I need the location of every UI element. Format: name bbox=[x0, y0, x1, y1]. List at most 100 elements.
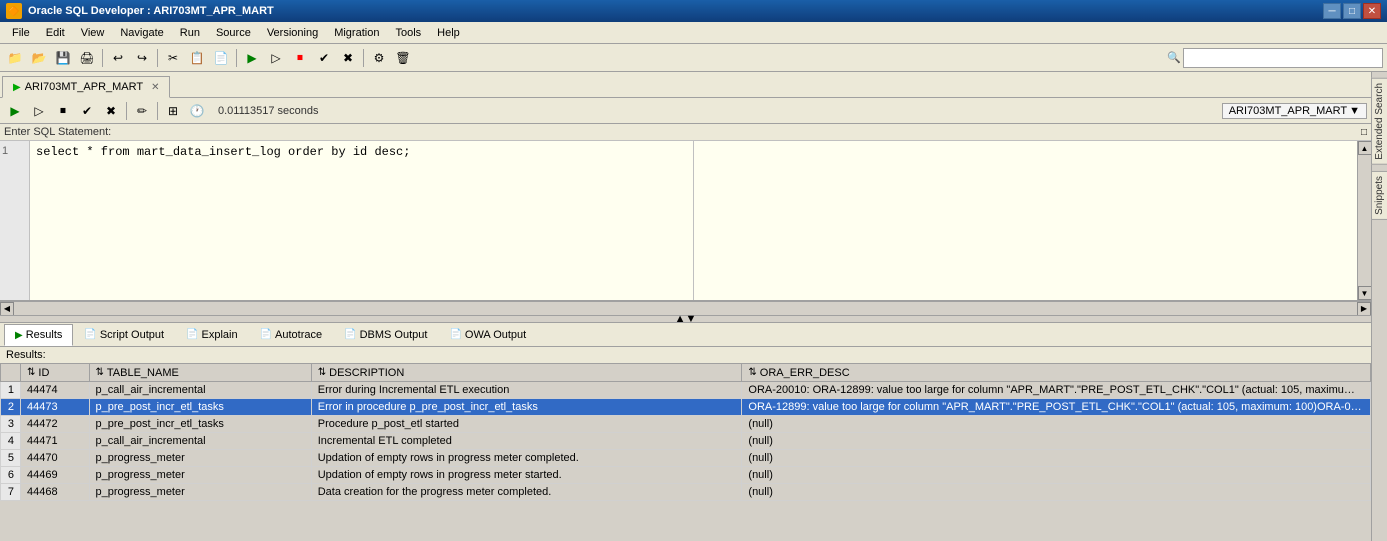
table-row[interactable]: 444471p_call_air_incrementalIncremental … bbox=[1, 432, 1371, 449]
maximize-button[interactable]: □ bbox=[1343, 3, 1361, 19]
menu-item-source[interactable]: Source bbox=[208, 25, 259, 41]
cell-ora_err_desc: ORA-12899: value too large for column "A… bbox=[742, 398, 1371, 415]
menu-item-file[interactable]: File bbox=[4, 25, 38, 41]
cell-id: 44471 bbox=[21, 432, 90, 449]
sql-rollback-btn[interactable]: ✖ bbox=[100, 100, 122, 122]
tab-close-icon[interactable]: ✕ bbox=[151, 82, 159, 93]
run-button[interactable]: ▶ bbox=[241, 47, 263, 69]
result-tab-label: Results bbox=[26, 329, 63, 341]
result-tab-label: Autotrace bbox=[275, 329, 322, 341]
col-label: DESCRIPTION bbox=[329, 367, 404, 379]
menu-item-navigate[interactable]: Navigate bbox=[112, 25, 171, 41]
row-number: 5 bbox=[1, 449, 21, 466]
table-row[interactable]: 144474p_call_air_incrementalError during… bbox=[1, 381, 1371, 398]
menu-item-run[interactable]: Run bbox=[172, 25, 208, 41]
result-tab-owa-output[interactable]: 📄OWA Output bbox=[438, 324, 537, 346]
tab-ari703mt-apr-mart[interactable]: ▶ARI703MT_APR_MART✕ bbox=[2, 76, 170, 98]
row-number: 3 bbox=[1, 415, 21, 432]
rollback-button[interactable]: ✖ bbox=[337, 47, 359, 69]
cell-description: Incremental ETL completed bbox=[311, 432, 742, 449]
main-area: ▶ARI703MT_APR_MART✕ ▶ ▷ ⏹ ✔ ✖ ✏ ⊞ 🕐 0.01… bbox=[0, 72, 1387, 541]
sql-edit-btn[interactable]: ✏ bbox=[131, 100, 153, 122]
col-header-id[interactable]: ⇅ ID bbox=[21, 364, 90, 382]
timing-display: 0.01113517 seconds bbox=[218, 105, 319, 117]
cut-button[interactable]: ✂ bbox=[162, 47, 184, 69]
result-tab-autotrace[interactable]: 📄Autotrace bbox=[249, 324, 334, 346]
title-bar: 🔶 Oracle SQL Developer : ARI703MT_APR_MA… bbox=[0, 0, 1387, 22]
scroll-right-arrow[interactable]: ▶ bbox=[1357, 302, 1371, 316]
sql-sep-2 bbox=[157, 102, 158, 120]
table-row[interactable]: 244473p_pre_post_incr_etl_tasksError in … bbox=[1, 398, 1371, 415]
tab-small-icon: 📄 bbox=[344, 329, 356, 340]
table-row[interactable]: 344472p_pre_post_incr_etl_tasksProcedure… bbox=[1, 415, 1371, 432]
commit-button[interactable]: ✔ bbox=[313, 47, 335, 69]
undo-button[interactable]: ↩ bbox=[107, 47, 129, 69]
menu-item-versioning[interactable]: Versioning bbox=[259, 25, 326, 41]
paste-button[interactable]: 📄 bbox=[210, 47, 232, 69]
new-button[interactable]: 📁 bbox=[4, 47, 26, 69]
menu-item-help[interactable]: Help bbox=[429, 25, 468, 41]
result-tab-script-output[interactable]: 📄Script Output bbox=[73, 324, 175, 346]
col-header-table_name[interactable]: ⇅ TABLE_NAME bbox=[89, 364, 311, 382]
sql-scrollbar-v[interactable]: ▲ ▼ bbox=[1357, 141, 1371, 300]
results-table: ⇅ ID⇅ TABLE_NAME⇅ DESCRIPTION⇅ ORA_ERR_D… bbox=[0, 363, 1371, 501]
redo-button[interactable]: ↪ bbox=[131, 47, 153, 69]
minimize-button[interactable]: ─ bbox=[1323, 3, 1341, 19]
sql-section: Enter SQL Statement: □ 1 select * from m… bbox=[0, 124, 1371, 315]
sql-stop-button[interactable]: ⏹ bbox=[52, 100, 74, 122]
sql-editor-area: 1 select * from mart_data_insert_log ord… bbox=[0, 141, 1371, 301]
cell-description: Procedure p_post_etl started bbox=[311, 415, 742, 432]
cell-id: 44472 bbox=[21, 415, 90, 432]
menu-item-edit[interactable]: Edit bbox=[38, 25, 73, 41]
result-tab-dbms-output[interactable]: 📄DBMS Output bbox=[333, 324, 438, 346]
table-row[interactable]: 544470p_progress_meterUpdation of empty … bbox=[1, 449, 1371, 466]
cell-description: Updation of empty rows in progress meter… bbox=[311, 449, 742, 466]
table-row[interactable]: 644469p_progress_meterUpdation of empty … bbox=[1, 466, 1371, 483]
cell-id: 44468 bbox=[21, 483, 90, 500]
cell-table_name: p_progress_meter bbox=[89, 449, 311, 466]
scroll-up-arrow[interactable]: ▲ bbox=[1358, 141, 1372, 155]
result-tab-explain[interactable]: 📄Explain bbox=[175, 324, 249, 346]
search-input[interactable] bbox=[1183, 48, 1383, 68]
sql-run-all-button[interactable]: ▷ bbox=[28, 100, 50, 122]
menu-item-view[interactable]: View bbox=[73, 25, 113, 41]
col-label: ID bbox=[38, 367, 49, 379]
splitter[interactable]: ▲▼ bbox=[0, 315, 1371, 323]
sql-format-btn[interactable]: ⊞ bbox=[162, 100, 184, 122]
menu-item-tools[interactable]: Tools bbox=[387, 25, 429, 41]
col-header-ora_err_desc[interactable]: ⇅ ORA_ERR_DESC bbox=[742, 364, 1371, 382]
save-button[interactable]: 💾 bbox=[52, 47, 74, 69]
toolbar-separator-2 bbox=[157, 49, 158, 67]
close-button[interactable]: ✕ bbox=[1363, 3, 1381, 19]
sql-input-pane[interactable]: select * from mart_data_insert_log order… bbox=[30, 141, 694, 300]
sql-expand-button[interactable]: □ bbox=[1361, 127, 1367, 138]
col-label: ORA_ERR_DESC bbox=[760, 367, 850, 379]
line-number: 1 bbox=[2, 145, 27, 157]
menu-item-migration[interactable]: Migration bbox=[326, 25, 387, 41]
open-button[interactable]: 📂 bbox=[28, 47, 50, 69]
scroll-down-arrow[interactable]: ▼ bbox=[1358, 286, 1372, 300]
sql-commit-btn[interactable]: ✔ bbox=[76, 100, 98, 122]
run-script-button[interactable]: ▷ bbox=[265, 47, 287, 69]
sql-history-btn[interactable]: 🕐 bbox=[186, 100, 208, 122]
format-button[interactable]: ⚙ bbox=[368, 47, 390, 69]
results-section: ▶Results📄Script Output📄Explain📄Autotrace… bbox=[0, 323, 1371, 541]
stop-button[interactable]: ⏹ bbox=[289, 47, 311, 69]
col-header-description[interactable]: ⇅ DESCRIPTION bbox=[311, 364, 742, 382]
table-row[interactable]: 744468p_progress_meterData creation for … bbox=[1, 483, 1371, 500]
copy-button[interactable]: 📋 bbox=[186, 47, 208, 69]
sql-toolbar: ▶ ▷ ⏹ ✔ ✖ ✏ ⊞ 🕐 0.01113517 seconds ARI70… bbox=[0, 98, 1371, 124]
connection-selector[interactable]: ARI703MT_APR_MART ▼ bbox=[1222, 103, 1367, 119]
clear-button[interactable]: 🗑 bbox=[392, 47, 414, 69]
print-button[interactable]: 🖨 bbox=[76, 47, 98, 69]
cell-description: Error during Incremental ETL execution bbox=[311, 381, 742, 398]
snippets-label[interactable]: Snippets bbox=[1371, 171, 1387, 220]
results-table-wrapper[interactable]: ⇅ ID⇅ TABLE_NAME⇅ DESCRIPTION⇅ ORA_ERR_D… bbox=[0, 363, 1371, 541]
cell-description: Data creation for the progress meter com… bbox=[311, 483, 742, 500]
result-tab-results[interactable]: ▶Results bbox=[4, 324, 73, 346]
connection-dropdown-icon[interactable]: ▼ bbox=[1349, 105, 1360, 117]
results-icon: ▶ bbox=[15, 330, 23, 341]
sql-run-button[interactable]: ▶ bbox=[4, 100, 26, 122]
scroll-left-arrow[interactable]: ◀ bbox=[0, 302, 14, 316]
extended-search-label[interactable]: Extended Search bbox=[1371, 78, 1387, 165]
